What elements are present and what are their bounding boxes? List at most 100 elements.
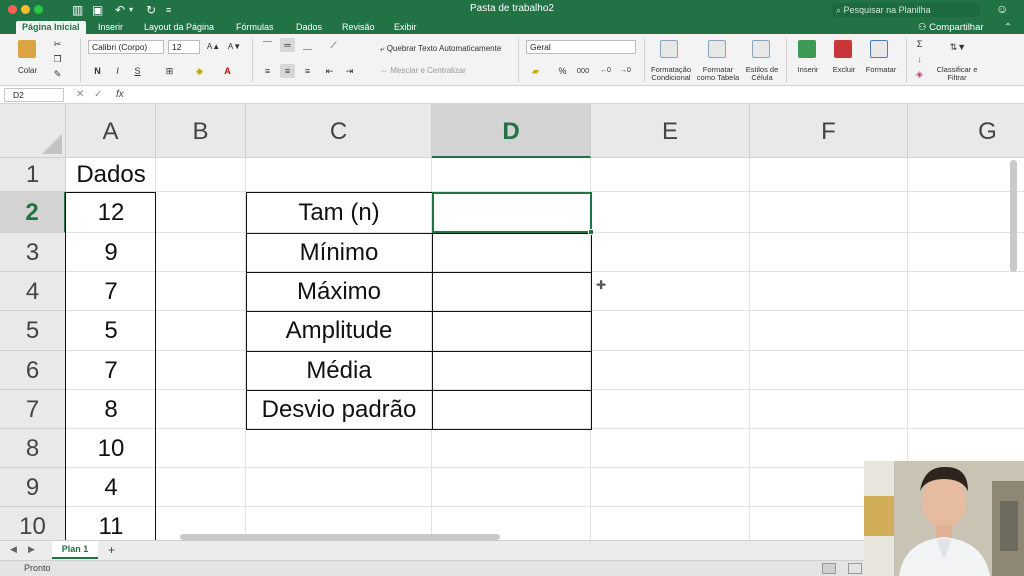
autosum-icon[interactable]: Σ — [912, 37, 927, 51]
column-header-f[interactable]: F — [750, 104, 908, 158]
cell-styles-icon[interactable] — [752, 40, 770, 58]
increase-decimal-icon[interactable]: ←0 — [598, 64, 613, 78]
italic-button[interactable]: I — [110, 64, 125, 78]
grid-cell[interactable] — [591, 272, 750, 311]
row-header-9[interactable]: 9 — [0, 468, 66, 507]
bold-button[interactable]: N — [90, 64, 105, 78]
row-header-1[interactable]: 1 — [0, 158, 66, 192]
confirm-entry-icon[interactable]: ✓ — [94, 88, 102, 102]
share-button[interactable]: ⚇ Compartilhar — [918, 21, 984, 34]
feedback-icon[interactable]: ☺ — [996, 2, 1008, 16]
insert-cells-icon[interactable] — [798, 40, 816, 58]
grid-cell[interactable] — [591, 468, 750, 507]
column-header-d[interactable]: D — [432, 104, 591, 158]
normal-view-icon[interactable] — [822, 563, 836, 574]
grid-cell[interactable] — [432, 158, 591, 192]
insert-cells-button[interactable]: Inserir — [790, 66, 826, 74]
grid-cell[interactable] — [432, 272, 591, 311]
copy-icon[interactable]: ❐ — [50, 52, 65, 66]
format-cells-icon[interactable] — [870, 40, 888, 58]
fill-color-icon[interactable]: ◆ — [192, 64, 207, 78]
decrease-decimal-icon[interactable]: →0 — [618, 64, 633, 78]
grid-cell[interactable] — [750, 192, 908, 233]
currency-icon[interactable]: ▰ — [528, 64, 543, 78]
wrap-text-button[interactable]: ⤶ Quebrar Texto Automaticamente — [380, 44, 501, 54]
increase-indent-icon[interactable]: ⇥ — [342, 64, 357, 78]
grid-cell[interactable] — [750, 311, 908, 351]
tab-formulas[interactable]: Fórmulas — [236, 21, 274, 34]
tab-pagina-inicial[interactable]: Página Inicial — [16, 21, 86, 34]
grid-cell[interactable] — [591, 233, 750, 272]
tab-revisao[interactable]: Revisão — [342, 21, 375, 34]
align-bottom-icon[interactable]: ⎽ — [300, 38, 315, 52]
row-header-7[interactable]: 7 — [0, 390, 66, 429]
grid-cell[interactable] — [591, 390, 750, 429]
delete-cells-button[interactable]: Excluir — [828, 66, 860, 74]
font-size-select[interactable]: 12 — [168, 40, 200, 54]
grid-cell[interactable] — [750, 272, 908, 311]
select-all-corner[interactable] — [0, 104, 66, 158]
decrease-font-icon[interactable]: A▼ — [227, 40, 242, 54]
align-left-icon[interactable]: ≡ — [260, 64, 275, 78]
orientation-icon[interactable]: ⟋ — [326, 38, 341, 52]
selected-cell-d2[interactable] — [432, 192, 592, 233]
row-header-8[interactable]: 8 — [0, 429, 66, 468]
grid-cell[interactable] — [246, 468, 432, 507]
borders-icon[interactable]: ⊞ — [162, 64, 177, 78]
grid-cell[interactable] — [156, 272, 246, 311]
format-cells-button[interactable]: Formatar — [862, 66, 900, 74]
grid-cell[interactable] — [908, 351, 1024, 390]
grid-cell[interactable] — [591, 429, 750, 468]
grid-cell[interactable] — [432, 429, 591, 468]
page-layout-view-icon[interactable] — [848, 563, 862, 574]
grid-cell[interactable] — [591, 192, 750, 233]
row-header-3[interactable]: 3 — [0, 233, 66, 272]
grid-cell[interactable] — [156, 192, 246, 233]
name-box[interactable]: D2 — [4, 88, 64, 102]
grid-cell[interactable] — [246, 158, 432, 192]
horizontal-scrollbar[interactable] — [180, 534, 500, 540]
collapse-ribbon-icon[interactable]: ⌃ — [1004, 21, 1012, 34]
grid-cell[interactable] — [591, 311, 750, 351]
grid-cell[interactable] — [591, 351, 750, 390]
grid-cell[interactable] — [591, 158, 750, 192]
row-header-4[interactable]: 4 — [0, 272, 66, 311]
grid-cell[interactable] — [432, 233, 591, 272]
conditional-format-button[interactable]: Formatação Condicional — [648, 66, 694, 82]
percent-button[interactable]: % — [555, 64, 570, 78]
font-color-icon[interactable]: A — [220, 64, 235, 78]
sheet-tab-plan1[interactable]: Plan 1 — [52, 541, 98, 559]
grid-cell[interactable] — [750, 390, 908, 429]
tab-inserir[interactable]: Inserir — [98, 21, 123, 34]
sort-filter-button[interactable]: Classificar e Filtrar — [936, 66, 978, 82]
column-header-e[interactable]: E — [591, 104, 750, 158]
align-center-icon[interactable]: ≡ — [280, 64, 295, 78]
delete-cells-icon[interactable] — [834, 40, 852, 58]
align-top-icon[interactable]: ⎺ — [260, 38, 275, 52]
paste-icon[interactable] — [18, 40, 36, 58]
grid-cell[interactable] — [908, 272, 1024, 311]
grid-cell[interactable] — [246, 429, 432, 468]
grid-cell[interactable] — [908, 390, 1024, 429]
grid-cell[interactable] — [156, 311, 246, 351]
grid-cell[interactable] — [156, 468, 246, 507]
grid-cell[interactable] — [156, 158, 246, 192]
grid-cell[interactable] — [908, 233, 1024, 272]
cancel-entry-icon[interactable]: ✕ — [76, 88, 84, 102]
insert-function-icon[interactable]: fx — [116, 88, 124, 102]
grid-cell[interactable] — [750, 351, 908, 390]
cut-icon[interactable]: ✂ — [50, 37, 65, 51]
search-sheet-input[interactable]: ⌕ Pesquisar na Planilha — [832, 3, 980, 17]
row-header-5[interactable]: 5 — [0, 311, 66, 351]
grid-cell[interactable] — [156, 351, 246, 390]
tab-dados[interactable]: Dados — [296, 21, 322, 34]
grid-cell[interactable] — [908, 192, 1024, 233]
cell-styles-button[interactable]: Estilos de Célula — [744, 66, 780, 82]
prev-sheet-icon[interactable]: ◀ — [10, 544, 17, 555]
grid-cell[interactable] — [591, 507, 750, 540]
clear-icon[interactable]: ◈ — [912, 67, 927, 81]
format-table-button[interactable]: Formatar como Tabela — [696, 66, 740, 82]
grid-cell[interactable] — [432, 351, 591, 390]
column-header-a[interactable]: A — [66, 104, 156, 158]
thousands-button[interactable]: 000 — [573, 64, 593, 78]
